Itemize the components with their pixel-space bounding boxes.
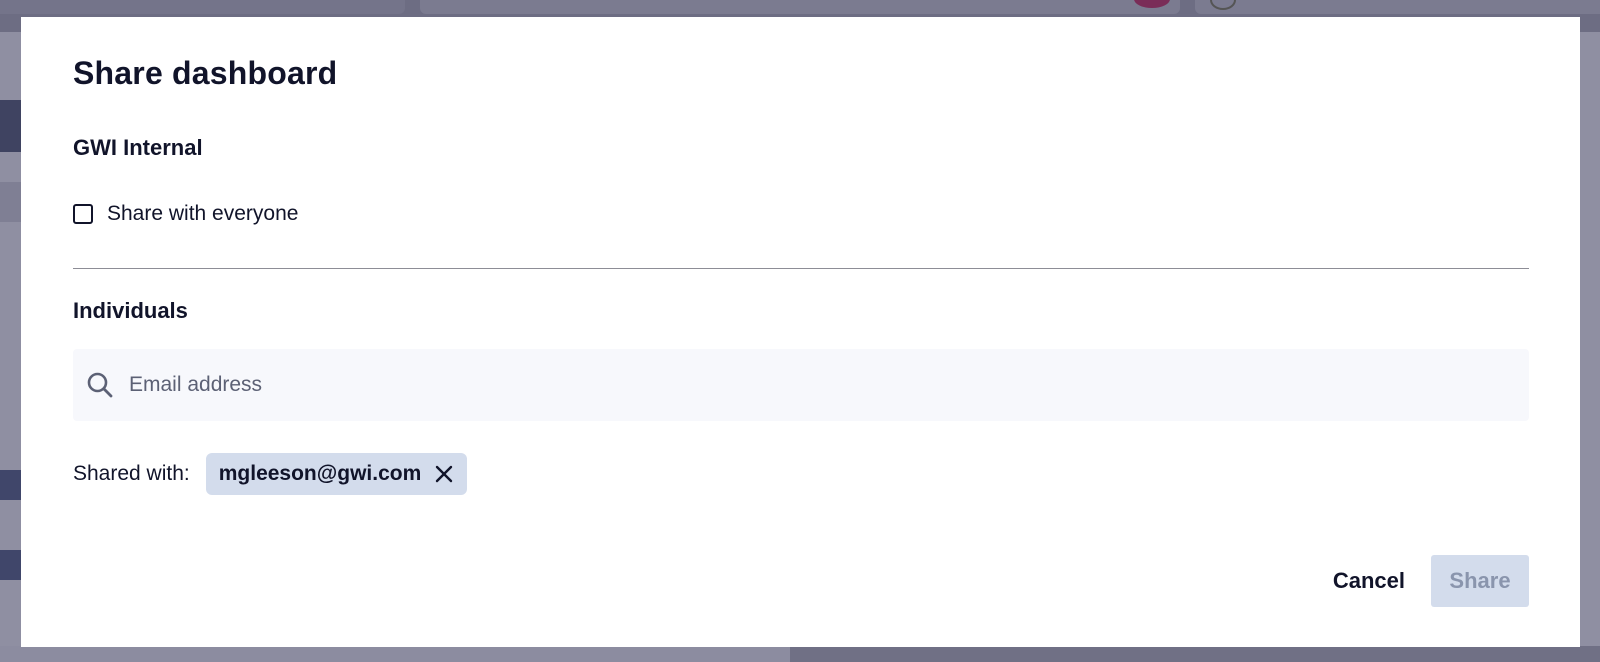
background-sidebar-block	[0, 182, 22, 222]
email-search-field[interactable]	[73, 348, 1529, 422]
share-button[interactable]: Share	[1431, 555, 1529, 607]
section-divider	[73, 268, 1529, 269]
close-icon[interactable]	[433, 463, 455, 485]
background-sidebar-bar	[0, 550, 22, 580]
cancel-button[interactable]: Cancel	[1333, 568, 1405, 594]
checkbox-unchecked-icon[interactable]	[73, 204, 93, 224]
background-panel	[0, 646, 790, 662]
background-topbar-segment	[420, 0, 1180, 14]
background-sidebar-block	[0, 100, 22, 152]
background-panel	[790, 646, 1600, 662]
shared-with-label: Shared with:	[73, 462, 190, 485]
share-dashboard-modal: Share dashboard GWI Internal Share with …	[21, 17, 1580, 647]
background-topbar-segment	[0, 0, 405, 14]
individuals-section-heading: Individuals	[73, 298, 188, 323]
background-sidebar-bar	[0, 470, 22, 500]
share-with-everyone-checkbox[interactable]: Share with everyone	[73, 202, 298, 226]
shared-user-chip: mgleeson@gwi.com	[205, 453, 468, 495]
email-search-input[interactable]	[127, 348, 1529, 422]
shared-user-email: mgleeson@gwi.com	[218, 462, 422, 485]
share-with-everyone-label: Share with everyone	[107, 202, 299, 225]
internal-section-heading: GWI Internal	[73, 135, 203, 160]
search-icon	[85, 370, 115, 400]
modal-title: Share dashboard	[73, 55, 338, 91]
shared-with-row: Shared with: mgleeson@gwi.com	[73, 453, 468, 495]
background-topbar-segment	[1195, 0, 1600, 14]
modal-footer-actions: Cancel Share	[1333, 555, 1529, 607]
